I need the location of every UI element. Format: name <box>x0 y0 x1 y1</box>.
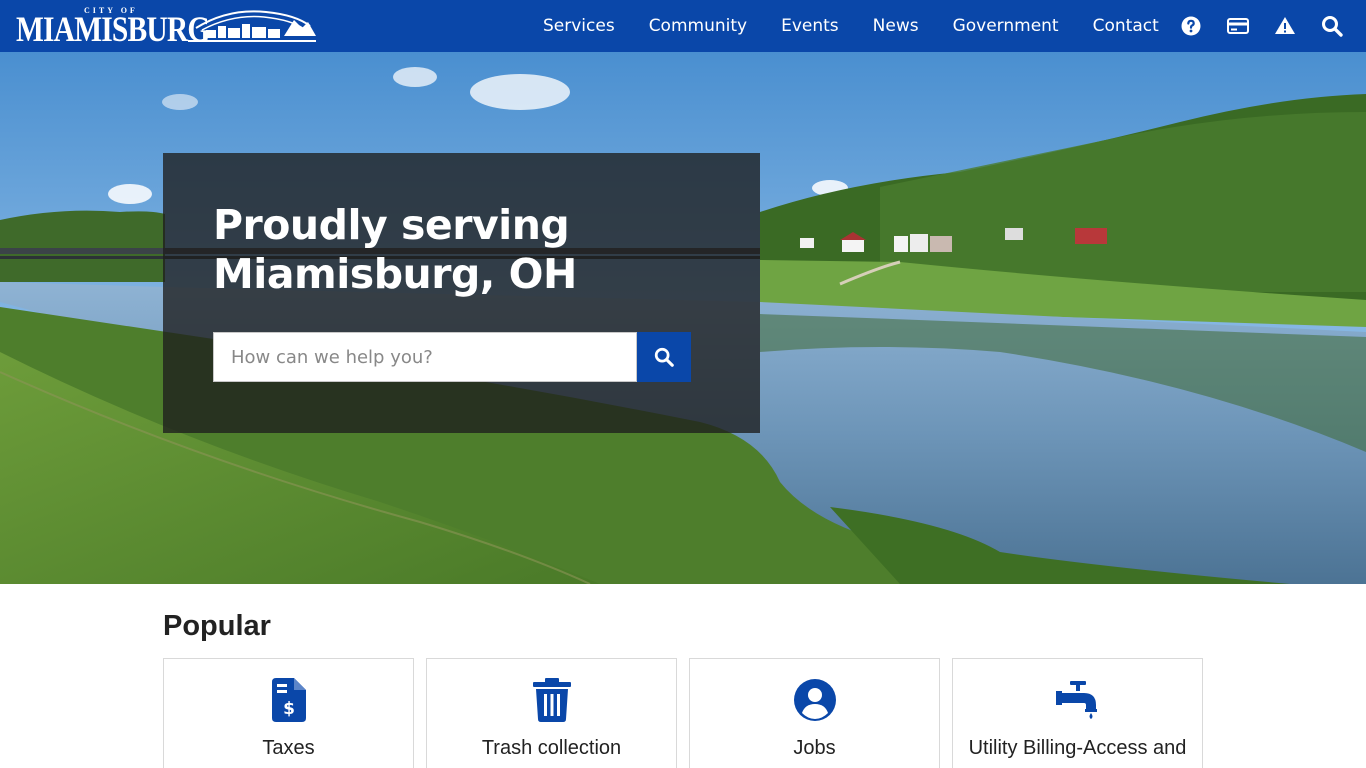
popular-card-jobs[interactable]: Jobs <box>689 658 940 768</box>
nav-news[interactable]: News <box>873 16 919 36</box>
payment-card-icon[interactable] <box>1226 14 1250 38</box>
svg-text:$: $ <box>283 699 295 719</box>
tax-document-icon: $ <box>266 677 312 723</box>
site-header: CITY OF MIAMISBURG Services Community Ev… <box>0 0 1366 52</box>
popular-heading: Popular <box>163 610 271 642</box>
logo-wordmark: MIAMISBURG <box>16 9 210 49</box>
popular-card-utility-billing[interactable]: Utility Billing-Access and <box>952 658 1203 768</box>
nav-services[interactable]: Services <box>543 16 615 36</box>
card-label: Utility Billing-Access and <box>968 737 1187 759</box>
nav-events[interactable]: Events <box>781 16 839 36</box>
logo-skyline-icon <box>188 10 316 42</box>
popular-card-taxes[interactable]: $ Taxes <box>163 658 414 768</box>
search-icon <box>654 347 674 367</box>
hero-search-input[interactable] <box>213 332 637 382</box>
trash-can-icon <box>529 677 575 723</box>
alert-icon[interactable] <box>1273 14 1297 38</box>
hero-panel: Proudly serving Miamisburg, OH <box>163 153 760 433</box>
popular-card-trash[interactable]: Trash collection <box>426 658 677 768</box>
hero-title: Proudly serving Miamisburg, OH <box>213 201 733 299</box>
user-circle-icon <box>792 677 838 723</box>
card-label: Taxes <box>262 737 315 759</box>
main-nav: Services Community Events News Governmen… <box>543 0 1159 52</box>
water-faucet-icon <box>1055 677 1101 723</box>
help-icon[interactable] <box>1179 14 1203 38</box>
card-label: Trash collection <box>481 737 622 759</box>
hero-title-line2: Miamisburg, OH <box>213 250 577 298</box>
hero-title-line1: Proudly serving <box>213 201 570 249</box>
hero-section: Proudly serving Miamisburg, OH <box>0 52 1366 584</box>
search-icon[interactable] <box>1320 14 1344 38</box>
nav-community[interactable]: Community <box>649 16 747 36</box>
city-logo[interactable]: CITY OF MIAMISBURG <box>16 6 316 49</box>
nav-government[interactable]: Government <box>953 16 1059 36</box>
hero-search-button[interactable] <box>637 332 691 382</box>
nav-contact[interactable]: Contact <box>1093 16 1159 36</box>
card-label: Jobs <box>793 737 836 759</box>
